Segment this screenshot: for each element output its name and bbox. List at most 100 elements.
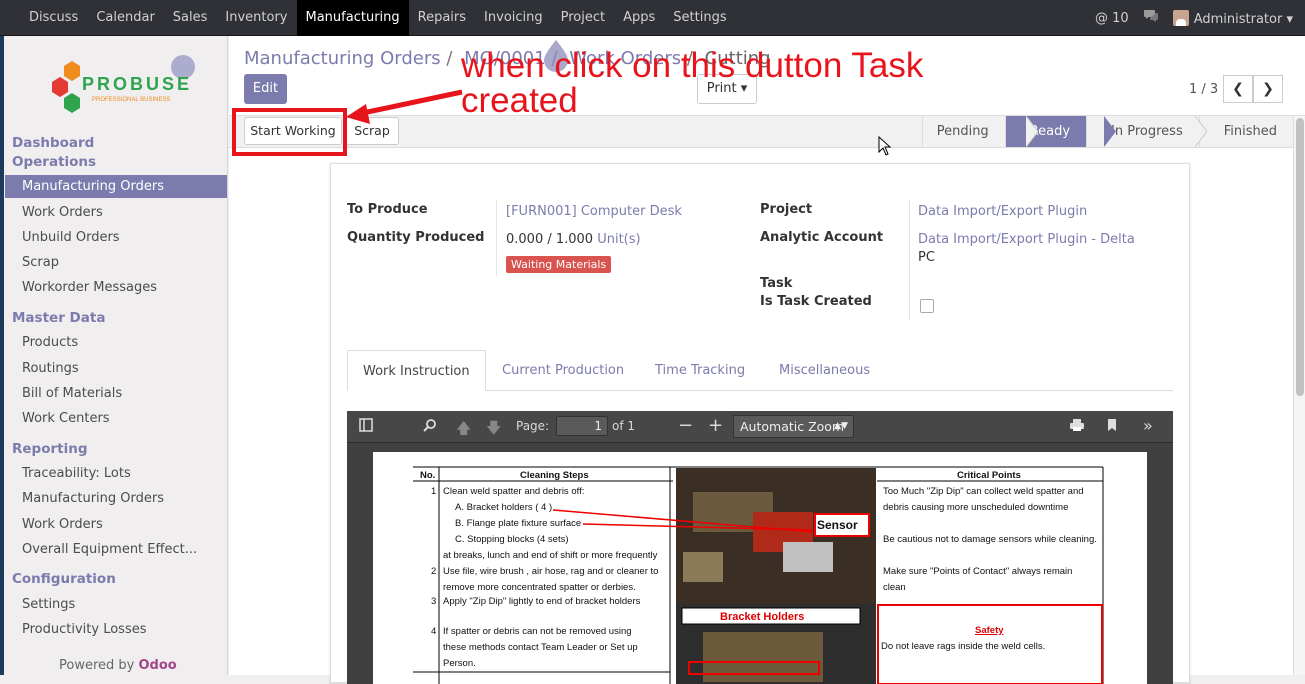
tab-time-tracking[interactable]: Time Tracking <box>640 350 760 391</box>
sidebar-item-manufacturing-orders[interactable]: Manufacturing Orders <box>5 175 227 198</box>
doc-step-text: Clean weld spatter and debris off: <box>443 486 585 497</box>
pager-next-button[interactable]: ❯ <box>1253 75 1283 103</box>
section-master-data: Master Data <box>12 310 106 326</box>
sidebar-item-unbuild-orders[interactable]: Unbuild Orders <box>22 230 120 245</box>
doc-step-text: A. Bracket holders ( 4 ) <box>455 502 553 513</box>
sidebar-item-workorder-messages[interactable]: Workorder Messages <box>22 280 157 295</box>
tab-miscellaneous[interactable]: Miscellaneous <box>764 350 885 391</box>
annotation-arrow-icon <box>346 89 463 124</box>
menu-inventory[interactable]: Inventory <box>216 0 296 36</box>
sidebar-item-work-centers[interactable]: Work Centers <box>22 411 110 426</box>
doc-step-text: Apply "Zip Dip" lightly to end of bracke… <box>443 596 641 607</box>
doc-sensor-label: Sensor <box>817 518 858 532</box>
sidebar-item-scrap[interactable]: Scrap <box>22 255 59 270</box>
section-reporting: Reporting <box>12 441 88 457</box>
stage-ready[interactable]: Ready <box>1004 116 1087 147</box>
sidebar-item-productivity-losses[interactable]: Productivity Losses <box>22 622 146 637</box>
doc-critical-point: clean <box>883 582 906 593</box>
scrollbar-thumb[interactable] <box>1296 118 1304 396</box>
sidebar-item-settings[interactable]: Settings <box>22 597 75 612</box>
main-content: Manufacturing Orders / MO/0001 / Work Or… <box>229 36 1305 684</box>
project-field[interactable]: Data Import/Export Plugin <box>918 204 1087 219</box>
edit-button[interactable]: Edit <box>244 74 287 104</box>
menu-calendar[interactable]: Calendar <box>87 0 163 36</box>
pager-previous-button[interactable]: ❮ <box>1223 75 1253 103</box>
powered-by: Powered by Odoo <box>59 658 177 673</box>
stage-pending[interactable]: Pending <box>921 116 1005 147</box>
analytic-account-field[interactable]: Data Import/Export Plugin - Delta <box>918 232 1135 247</box>
pager-value: 1 / 3 <box>1189 82 1219 97</box>
sidebar-item-work-orders[interactable]: Work Orders <box>22 205 103 220</box>
doc-step-text: at breaks, lunch and end of shift or mor… <box>443 550 658 561</box>
search-icon[interactable] <box>423 418 437 436</box>
unit-link[interactable]: Unit(s) <box>597 232 640 247</box>
odoo-link[interactable]: Odoo <box>139 658 177 673</box>
user-menu[interactable]: Administrator ▾ <box>1172 9 1293 27</box>
app-menu: Discuss Calendar Sales Inventory Manufac… <box>20 0 736 36</box>
tab-current-production[interactable]: Current Production <box>487 350 639 391</box>
task-label: Task <box>760 276 793 291</box>
doc-step-text: If spatter or debris can not be removed … <box>443 626 632 637</box>
company-logo[interactable]: PROBUSE PROFESSIONAL BUSINESS <box>50 50 200 120</box>
sidebar: PROBUSE PROFESSIONAL BUSINESS Dashboard … <box>4 36 228 675</box>
is-task-created-checkbox[interactable] <box>920 299 934 313</box>
systray: @ 10 Administrator ▾ <box>1081 0 1293 36</box>
chat-icon[interactable] <box>1143 9 1159 27</box>
avatar <box>1172 9 1189 26</box>
pdf-toolbar: 🡅 🡇 Page: 1 of 1 − + Automatic Zoom ▲▼ » <box>347 411 1173 443</box>
sidebar-item-overall-equipment-effectiveness[interactable]: Overall Equipment Effect... <box>22 542 197 557</box>
doc-safety-text: Do not leave rags inside the weld cells. <box>881 641 1046 652</box>
quantity-produced-label: Quantity Produced <box>347 230 485 245</box>
arrow-up-icon[interactable]: 🡅 <box>456 418 471 443</box>
sidebar-item-products[interactable]: Products <box>22 335 78 350</box>
logo-text: PROBUSE <box>82 74 192 94</box>
zoom-in-icon[interactable]: + <box>708 415 723 436</box>
menu-discuss[interactable]: Discuss <box>20 0 87 36</box>
menu-manufacturing[interactable]: Manufacturing <box>296 0 409 36</box>
scrollbar[interactable] <box>1293 116 1305 675</box>
tools-chevron-icon[interactable]: » <box>1143 416 1153 435</box>
doc-step-text: Use file, wire brush , air hose, rag and… <box>443 566 659 577</box>
menu-apps[interactable]: Apps <box>614 0 664 36</box>
print-icon[interactable] <box>1069 418 1085 436</box>
pdf-page: No. Cleaning Steps Critical Points 1 Cle… <box>373 452 1147 684</box>
stage-arrow <box>1026 116 1038 147</box>
sidebar-toggle-icon[interactable] <box>359 418 373 436</box>
sidebar-item-report-manufacturing-orders[interactable]: Manufacturing Orders <box>22 491 164 506</box>
quantity-produced-field: 0.000 / 1.000 Unit(s) <box>506 232 641 247</box>
page-number-input[interactable]: 1 <box>556 416 608 436</box>
zoom-out-icon[interactable]: − <box>678 415 693 436</box>
pdf-viewer: 🡅 🡇 Page: 1 of 1 − + Automatic Zoom▲▼ » <box>347 411 1173 684</box>
chevron-left-icon: ❮ <box>1232 81 1244 97</box>
to-produce-field[interactable]: [FURN001] Computer Desk <box>506 204 682 219</box>
status-badge: Waiting Materials <box>506 256 612 273</box>
analytic-account-label: Analytic Account <box>760 230 884 245</box>
doc-step-no: 2 <box>431 566 437 577</box>
doc-step-text: remove more concentrated spatter or derb… <box>443 582 636 593</box>
menu-repairs[interactable]: Repairs <box>409 0 475 36</box>
arrow-down-icon[interactable]: 🡇 <box>486 418 501 443</box>
breadcrumb-manufacturing-orders[interactable]: Manufacturing Orders <box>244 48 441 69</box>
annotation-highlight-box <box>232 108 347 156</box>
tab-work-instruction[interactable]: Work Instruction <box>347 350 486 391</box>
quantity-produced-value: 0.000 / 1.000 <box>506 232 594 247</box>
doc-step-text: Person. <box>443 658 476 669</box>
page-count: of 1 <box>612 419 636 433</box>
menu-invoicing[interactable]: Invoicing <box>475 0 552 36</box>
menu-settings[interactable]: Settings <box>664 0 735 36</box>
sidebar-item-report-work-orders[interactable]: Work Orders <box>22 517 103 532</box>
activity-counter[interactable]: @ 10 <box>1095 11 1129 26</box>
bookmark-icon[interactable] <box>1107 418 1117 436</box>
zoom-select[interactable]: Automatic Zoom ▲▼ <box>733 415 854 438</box>
doc-critical-point: Too Much "Zip Dip" can collect weld spat… <box>883 486 1084 497</box>
sidebar-item-routings[interactable]: Routings <box>22 361 79 376</box>
menu-project[interactable]: Project <box>552 0 614 36</box>
sidebar-item-bill-of-materials[interactable]: Bill of Materials <box>22 386 122 401</box>
menu-sales[interactable]: Sales <box>164 0 217 36</box>
doc-col-no: No. <box>420 470 436 481</box>
section-dashboard[interactable]: Dashboard <box>12 135 94 151</box>
section-configuration: Configuration <box>12 571 116 587</box>
stage-finished[interactable]: Finished <box>1198 116 1305 147</box>
stage-in-progress[interactable]: In Progress <box>1086 116 1199 147</box>
sidebar-item-traceability-lots[interactable]: Traceability: Lots <box>22 466 131 481</box>
